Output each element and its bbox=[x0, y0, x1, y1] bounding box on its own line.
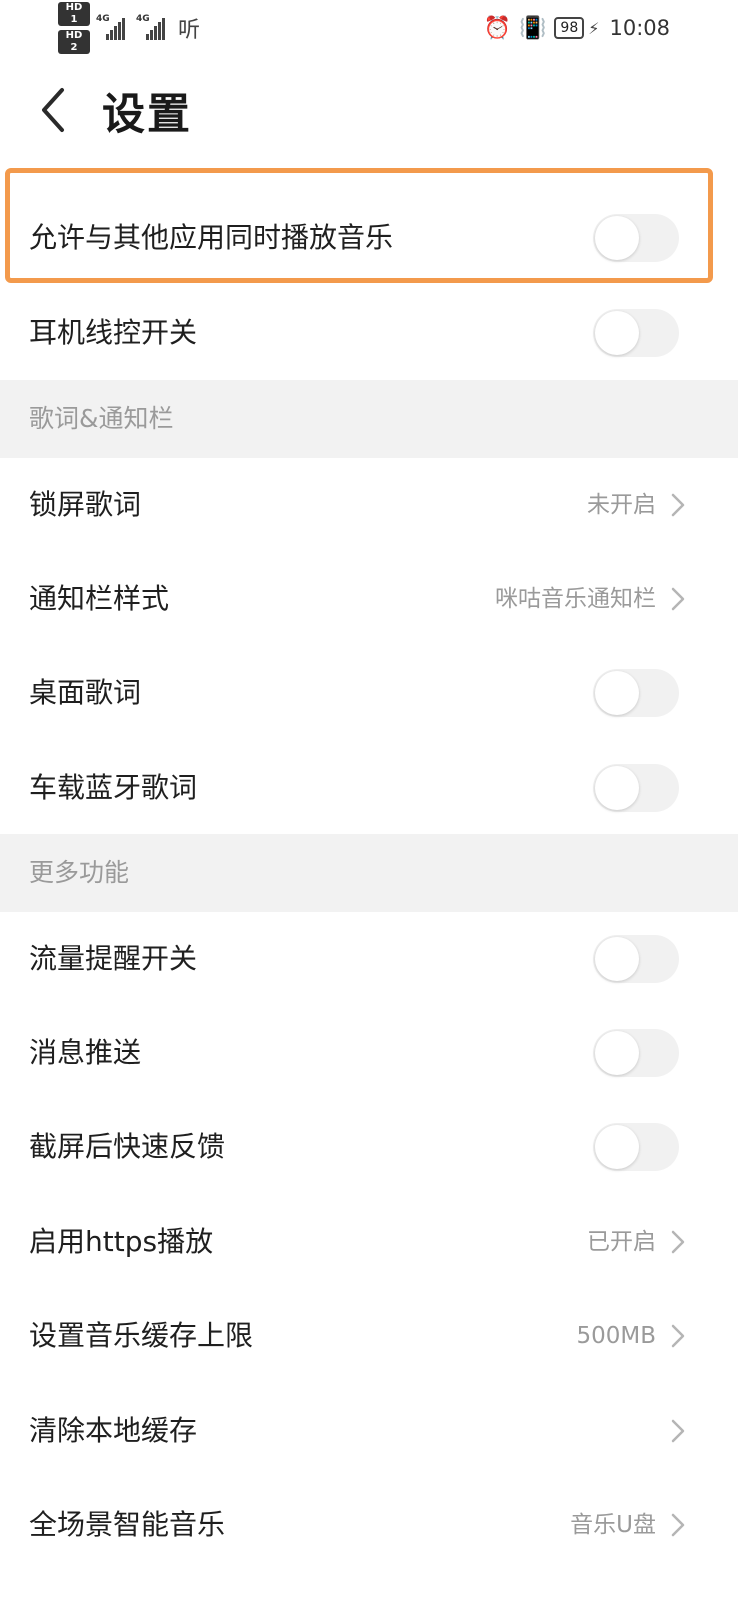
chevron-right-icon bbox=[671, 587, 685, 611]
section-title: 歌词&通知栏 bbox=[29, 404, 174, 433]
signal-1-tag: 4G bbox=[96, 14, 110, 24]
setting-label: 车载蓝牙歌词 bbox=[29, 771, 198, 804]
setting-label: 清除本地缓存 bbox=[29, 1414, 198, 1447]
setting-headset-control: 耳机线控开关 bbox=[0, 285, 738, 381]
signal-1-icon: 4G bbox=[96, 14, 130, 40]
push-toggle[interactable] bbox=[593, 1029, 679, 1077]
desktop-lyrics-toggle[interactable] bbox=[593, 669, 679, 717]
setting-scene-music[interactable]: 全场景智能音乐 音乐U盘 bbox=[0, 1477, 738, 1573]
charging-icon: ⚡ bbox=[588, 18, 600, 38]
traffic-alert-toggle[interactable] bbox=[593, 935, 679, 983]
setting-label: 耳机线控开关 bbox=[29, 316, 198, 349]
section-header-lyrics-notify: 歌词&通知栏 bbox=[0, 380, 738, 458]
setting-value: 咪咕音乐通知栏 bbox=[495, 586, 656, 612]
toggle-knob bbox=[595, 937, 639, 981]
signal-2-tag: 4G bbox=[136, 14, 150, 24]
setting-car-lyrics: 车载蓝牙歌词 bbox=[0, 740, 738, 836]
network-indicator: 听 bbox=[178, 18, 201, 43]
battery-level: 98 bbox=[554, 17, 585, 39]
toggle-knob bbox=[595, 671, 639, 715]
setting-value: 未开启 bbox=[587, 492, 656, 518]
setting-traffic-alert: 流量提醒开关 bbox=[0, 911, 738, 1007]
setting-clear-cache[interactable]: 清除本地缓存 bbox=[0, 1383, 738, 1479]
setting-label: 截屏后快速反馈 bbox=[29, 1130, 226, 1163]
setting-value: 已开启 bbox=[587, 1229, 656, 1255]
back-arrow-icon[interactable] bbox=[36, 84, 76, 136]
setting-https[interactable]: 启用https播放 已开启 bbox=[0, 1194, 738, 1290]
setting-label: 流量提醒开关 bbox=[29, 942, 198, 975]
headset-control-toggle[interactable] bbox=[593, 309, 679, 357]
status-right: ⏰ 📳 98 ⚡ 10:08 bbox=[484, 12, 670, 44]
hd2-badge: HD 2 bbox=[58, 30, 90, 54]
chevron-right-icon bbox=[671, 1419, 685, 1443]
setting-value: 音乐U盘 bbox=[570, 1512, 656, 1538]
chevron-right-icon bbox=[671, 1324, 685, 1348]
hd1-badge: HD 1 bbox=[58, 2, 90, 26]
section-header-more: 更多功能 bbox=[0, 834, 738, 912]
setting-label: 启用https播放 bbox=[29, 1225, 214, 1258]
setting-screenshot-feedback: 截屏后快速反馈 bbox=[0, 1099, 738, 1195]
page-title: 设置 bbox=[102, 90, 192, 140]
toggle-knob bbox=[595, 1031, 639, 1075]
status-time: 10:08 bbox=[609, 16, 670, 40]
signal-2-icon: 4G bbox=[136, 14, 170, 40]
setting-cache-limit[interactable]: 设置音乐缓存上限 500MB bbox=[0, 1288, 738, 1384]
setting-desktop-lyrics: 桌面歌词 bbox=[0, 645, 738, 741]
setting-label: 设置音乐缓存上限 bbox=[29, 1319, 254, 1352]
setting-label: 桌面歌词 bbox=[29, 676, 142, 709]
setting-label: 锁屏歌词 bbox=[29, 488, 142, 521]
section-title: 更多功能 bbox=[29, 858, 130, 887]
setting-label: 消息推送 bbox=[29, 1036, 142, 1069]
car-lyrics-toggle[interactable] bbox=[593, 764, 679, 812]
highlight-box bbox=[5, 168, 713, 283]
setting-label: 通知栏样式 bbox=[29, 582, 170, 615]
setting-lock-lyrics[interactable]: 锁屏歌词 未开启 bbox=[0, 457, 738, 553]
chevron-right-icon bbox=[671, 493, 685, 517]
chevron-right-icon bbox=[671, 1230, 685, 1254]
setting-push: 消息推送 bbox=[0, 1005, 738, 1101]
chevron-right-icon bbox=[671, 1513, 685, 1537]
setting-notify-style[interactable]: 通知栏样式 咪咕音乐通知栏 bbox=[0, 551, 738, 647]
setting-value: 500MB bbox=[576, 1323, 656, 1349]
setting-label: 全场景智能音乐 bbox=[29, 1508, 226, 1541]
alarm-icon: ⏰ bbox=[483, 15, 511, 41]
toggle-knob bbox=[595, 311, 639, 355]
toggle-knob bbox=[595, 766, 639, 810]
status-bar: HD 1 HD 2 4G 4G 听 ⏰ 📳 98 ⚡ 10:08 bbox=[0, 0, 738, 56]
header: 设置 bbox=[0, 56, 738, 164]
screenshot-feedback-toggle[interactable] bbox=[593, 1123, 679, 1171]
status-left: HD 1 HD 2 4G 4G 听 bbox=[58, 2, 201, 54]
toggle-knob bbox=[595, 1125, 639, 1169]
vibrate-icon: 📳 bbox=[519, 15, 547, 41]
hd-indicators: HD 1 HD 2 bbox=[58, 2, 90, 54]
